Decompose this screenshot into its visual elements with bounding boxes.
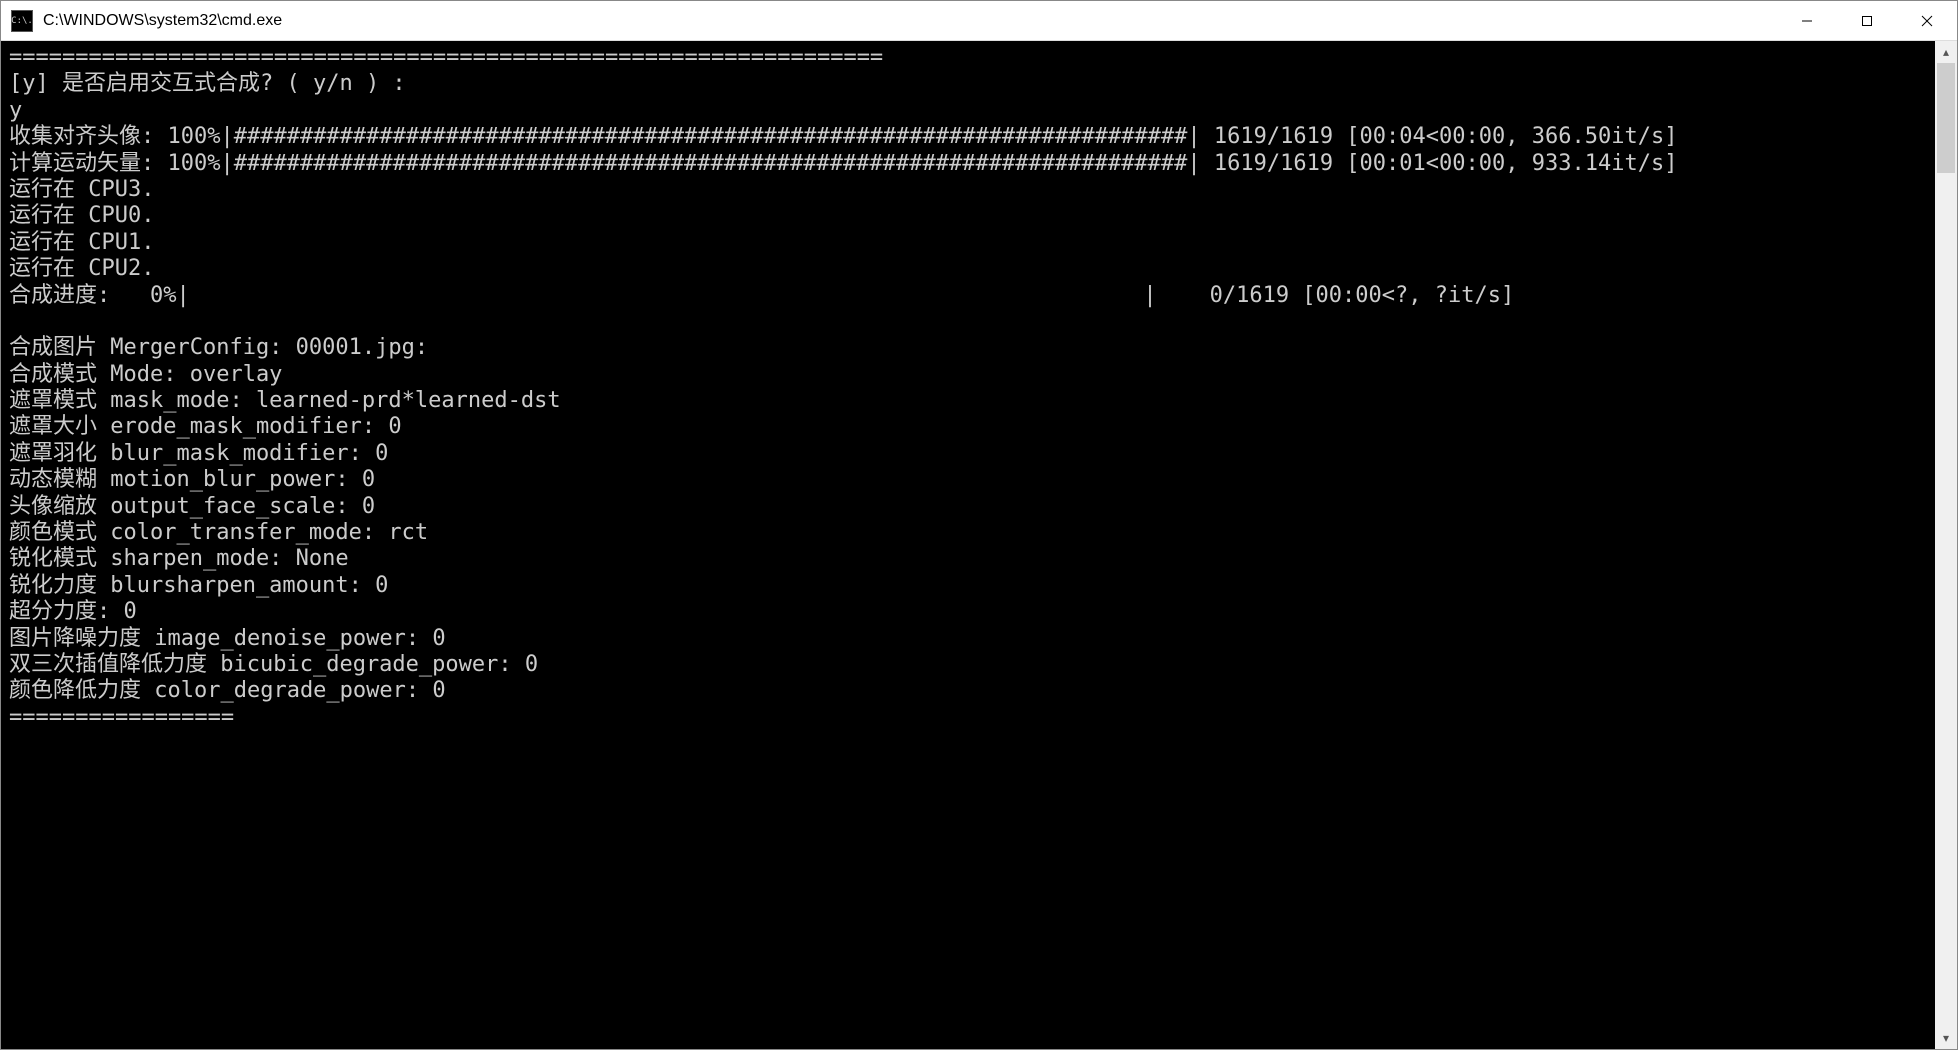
scroll-up-arrow[interactable]: ▴ bbox=[1935, 41, 1957, 63]
window-title: C:\WINDOWS\system32\cmd.exe bbox=[43, 12, 1777, 30]
terminal-output[interactable]: ========================================… bbox=[1, 41, 1935, 1049]
cmd-window: C:\. C:\WINDOWS\system32\cmd.exe =======… bbox=[0, 0, 1958, 1050]
client-area: ========================================… bbox=[1, 41, 1957, 1049]
window-controls bbox=[1777, 1, 1957, 40]
scroll-track[interactable] bbox=[1935, 63, 1957, 1027]
scroll-down-arrow[interactable]: ▾ bbox=[1935, 1027, 1957, 1049]
maximize-icon bbox=[1861, 15, 1873, 27]
cmd-icon: C:\. bbox=[11, 10, 33, 32]
scroll-thumb[interactable] bbox=[1937, 63, 1955, 173]
minimize-icon bbox=[1801, 15, 1813, 27]
close-icon bbox=[1921, 15, 1933, 27]
maximize-button[interactable] bbox=[1837, 1, 1897, 40]
close-button[interactable] bbox=[1897, 1, 1957, 40]
titlebar[interactable]: C:\. C:\WINDOWS\system32\cmd.exe bbox=[1, 1, 1957, 41]
minimize-button[interactable] bbox=[1777, 1, 1837, 40]
vertical-scrollbar[interactable]: ▴ ▾ bbox=[1935, 41, 1957, 1049]
